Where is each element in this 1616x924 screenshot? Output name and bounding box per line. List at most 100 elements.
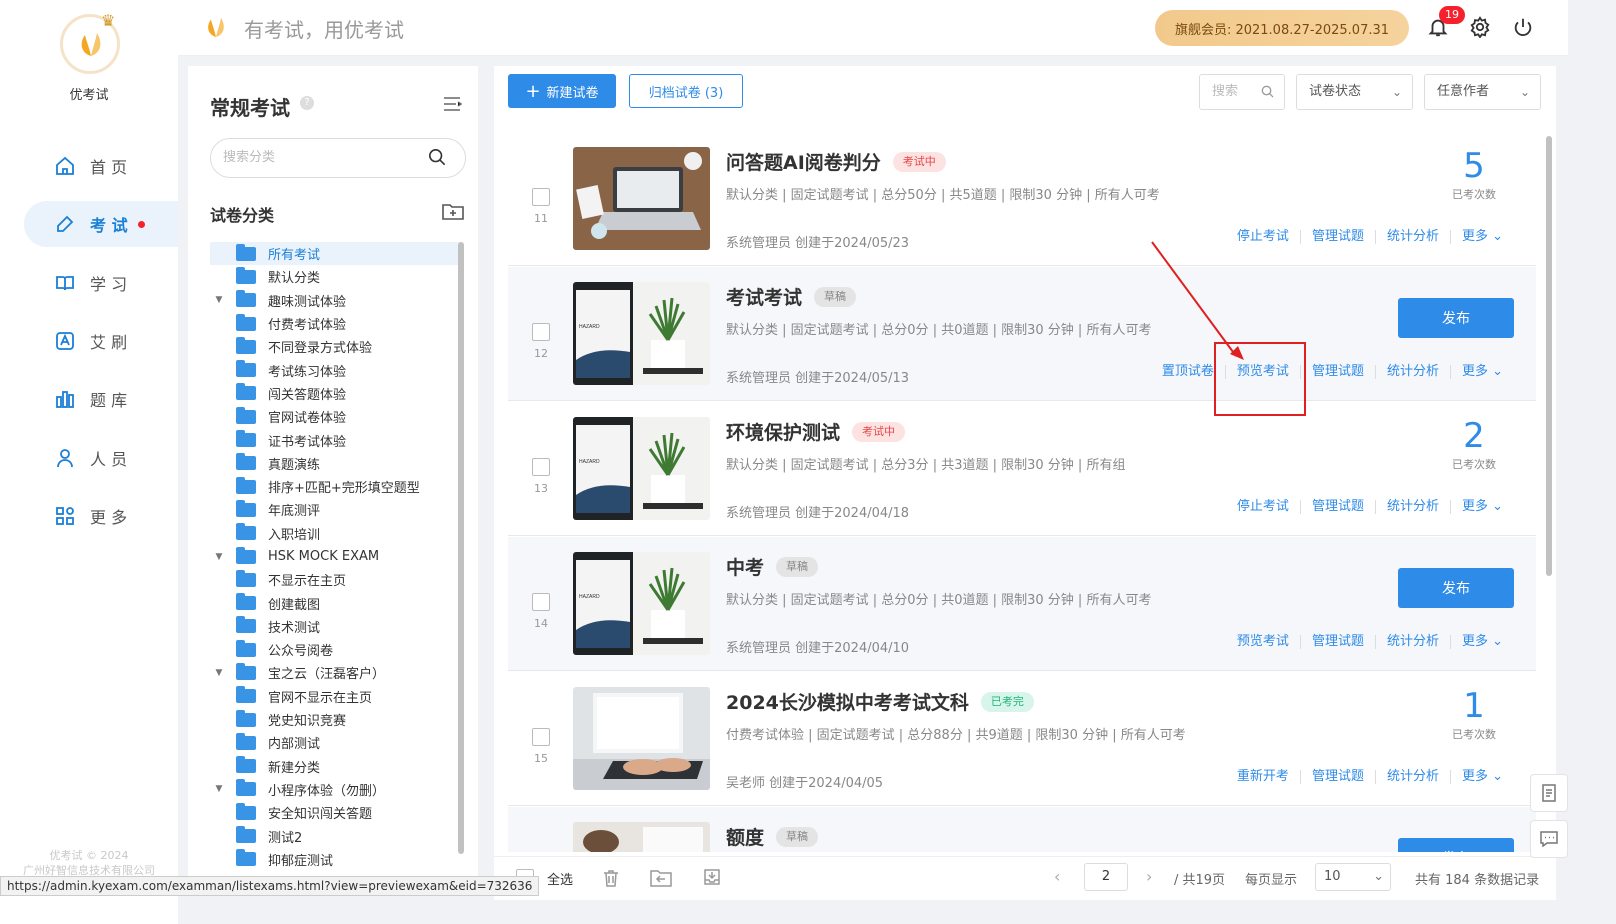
exam-action-link[interactable]: 重新开考 (1226, 770, 1300, 784)
list-scrollbar[interactable] (1546, 136, 1552, 576)
exam-card[interactable]: 14 HAZARD 中考 草稿 默认分类 | 固定试题考试 | 总分0分 | 共0道题 … (508, 537, 1536, 671)
tree-item[interactable]: 党史知识竞赛 (210, 708, 460, 731)
tree-item[interactable]: 证书考试体验 (210, 428, 460, 451)
notes-float-button[interactable] (1530, 774, 1568, 812)
chat-float-button[interactable] (1530, 820, 1568, 858)
nav-item-6[interactable]: 更 多 (24, 493, 178, 539)
caret-down-icon[interactable]: ▼ (210, 784, 228, 794)
exam-card[interactable]: 11 问答题AI阅卷判分 考试中 默认分类 | 固定试题考试 | 总分50分 | 共5… (508, 132, 1536, 266)
exam-action-link[interactable]: 管理试题 (1299, 770, 1375, 784)
page-input[interactable]: 2 (1084, 863, 1128, 891)
collapse-menu-icon[interactable] (442, 96, 462, 112)
caret-down-icon[interactable]: ▼ (210, 668, 228, 678)
app-logo[interactable]: ♛ (60, 11, 120, 74)
exam-title[interactable]: 环境保护测试 考试中 (726, 418, 906, 445)
tree-item[interactable]: ▼ 小程序体验（勿删） (210, 778, 460, 801)
tree-item[interactable]: 安全知识闯关答题 (210, 801, 460, 824)
tree-item[interactable]: 不同登录方式体验 (210, 335, 460, 358)
exam-checkbox[interactable] (532, 593, 550, 611)
nav-item-1[interactable]: 考 试 (24, 201, 178, 248)
tree-item[interactable]: 官网试卷体验 (210, 405, 460, 428)
move-folder-icon[interactable] (650, 868, 672, 888)
exam-title[interactable]: 额度 草稿 (726, 823, 819, 850)
exam-title[interactable]: 问答题AI阅卷判分 考试中 (726, 148, 946, 175)
search-icon[interactable] (1261, 85, 1274, 98)
tree-item[interactable]: 公众号阅卷 (210, 638, 460, 661)
exam-action-link[interactable]: 预览考试 (1226, 635, 1300, 649)
tree-item[interactable]: 入职培训 (210, 522, 460, 545)
publish-button[interactable]: 发布 (1398, 568, 1514, 608)
exam-action-link[interactable]: 统计分析 (1374, 230, 1450, 244)
tree-item[interactable]: 技术测试 (210, 615, 460, 638)
exam-checkbox[interactable] (532, 323, 550, 341)
vip-membership-badge[interactable]: 旗舰会员: 2021.08.27-2025.07.31 (1155, 10, 1409, 46)
tree-item[interactable]: ▼ HSK MOCK EXAM (210, 545, 460, 568)
exam-thumbnail[interactable] (573, 147, 710, 250)
tree-item[interactable]: 测试2 (210, 824, 460, 847)
tree-item[interactable]: 真题演练 (210, 452, 460, 475)
publish-button[interactable]: 发布 (1398, 298, 1514, 338)
exam-action-link[interactable]: 更多 ⌄ (1449, 635, 1514, 649)
tree-item[interactable]: ▼ 宝之云（汪磊客户） (210, 661, 460, 684)
nav-item-5[interactable]: 人 员 (24, 435, 178, 481)
exam-title[interactable]: 考试考试 草稿 (726, 283, 857, 310)
exam-search-input[interactable]: 搜索 (1199, 74, 1285, 110)
tree-item[interactable]: ▼ 趣味测试体验 (210, 289, 460, 312)
exam-action-link[interactable]: 更多 ⌄ (1449, 500, 1514, 514)
next-page-icon[interactable]: › (1146, 867, 1152, 886)
exam-action-link[interactable]: 更多 ⌄ (1449, 770, 1514, 784)
tree-item[interactable]: 官网不显示在主页 (210, 685, 460, 708)
archive-icon[interactable] (702, 867, 722, 887)
prev-page-icon[interactable]: ‹ (1054, 867, 1060, 886)
exam-card[interactable]: 16额度草稿发布 (508, 807, 1536, 852)
tree-item[interactable]: 所有考试 (210, 242, 460, 266)
per-page-select[interactable]: 10 ⌄ (1315, 863, 1391, 891)
publish-button[interactable]: 发布 (1398, 838, 1514, 852)
tree-item[interactable]: 创建截图 (210, 591, 460, 614)
exam-action-link[interactable]: 统计分析 (1374, 770, 1450, 784)
exam-action-link[interactable]: 更多 ⌄ (1449, 230, 1514, 244)
exam-thumbnail[interactable]: HAZARD (573, 417, 710, 520)
search-icon[interactable] (428, 148, 446, 166)
tree-item[interactable]: 付费考试体验 (210, 312, 460, 335)
exam-thumbnail[interactable] (573, 687, 710, 790)
tree-item[interactable]: 默认分类 (210, 265, 460, 288)
nav-item-4[interactable]: 题 库 (24, 376, 178, 422)
tree-scrollbar[interactable] (458, 242, 464, 854)
add-folder-icon[interactable] (442, 202, 464, 220)
exam-checkbox[interactable] (532, 458, 550, 476)
exam-action-link[interactable]: 停止考试 (1226, 500, 1300, 514)
exam-thumbnail[interactable] (573, 822, 710, 852)
exam-checkbox[interactable] (532, 728, 550, 746)
exam-card[interactable]: 13 HAZARD 环境保护测试 考试中 默认分类 | 固定试题考试 | 总分3分 | … (508, 402, 1536, 536)
exam-action-link[interactable]: 统计分析 (1374, 365, 1450, 379)
tree-item[interactable]: 考试练习体验 (210, 358, 460, 381)
tree-item[interactable]: 排序+匹配+完形填空题型 (210, 475, 460, 498)
exam-action-link[interactable]: 统计分析 (1374, 635, 1450, 649)
trash-icon[interactable] (601, 868, 621, 888)
nav-item-2[interactable]: 学 习 (24, 260, 178, 306)
exam-thumbnail[interactable]: HAZARD (573, 552, 710, 655)
author-select[interactable]: 任意作者 ⌄ (1424, 74, 1541, 110)
tree-item[interactable]: 不显示在主页 (210, 568, 460, 591)
exam-action-link[interactable]: 管理试题 (1299, 635, 1375, 649)
status-select[interactable]: 试卷状态 ⌄ (1296, 74, 1413, 110)
exam-title[interactable]: 2024长沙模拟中考考试文科 已考完 (726, 688, 1034, 715)
power-icon[interactable] (1512, 16, 1534, 38)
exam-title[interactable]: 中考 草稿 (726, 553, 819, 580)
tree-item[interactable]: 闯关答题体验 (210, 382, 460, 405)
exam-checkbox[interactable] (532, 188, 550, 206)
tree-item[interactable]: 内部测试 (210, 731, 460, 754)
exam-action-link[interactable]: 管理试题 (1299, 500, 1375, 514)
exam-action-link[interactable]: 统计分析 (1374, 500, 1450, 514)
archived-exams-button[interactable]: 归档试卷 (3) (629, 74, 743, 108)
gear-icon[interactable] (1469, 16, 1491, 38)
nav-item-3[interactable]: 艾 刷 (24, 318, 178, 364)
tree-item[interactable]: 新建分类 (210, 755, 460, 778)
exam-thumbnail[interactable]: HAZARD (573, 282, 710, 385)
new-exam-button[interactable]: + 新建试卷 (508, 74, 616, 108)
exam-action-link[interactable]: 更多 ⌄ (1449, 365, 1514, 379)
help-icon[interactable]: ? (300, 96, 314, 110)
tree-item[interactable]: 抑郁症测试 (210, 848, 460, 871)
exam-card[interactable]: 15 2024长沙模拟中考考试文科 已考完 付费考试体验 | 固定试题考试 | 总分8… (508, 672, 1536, 806)
